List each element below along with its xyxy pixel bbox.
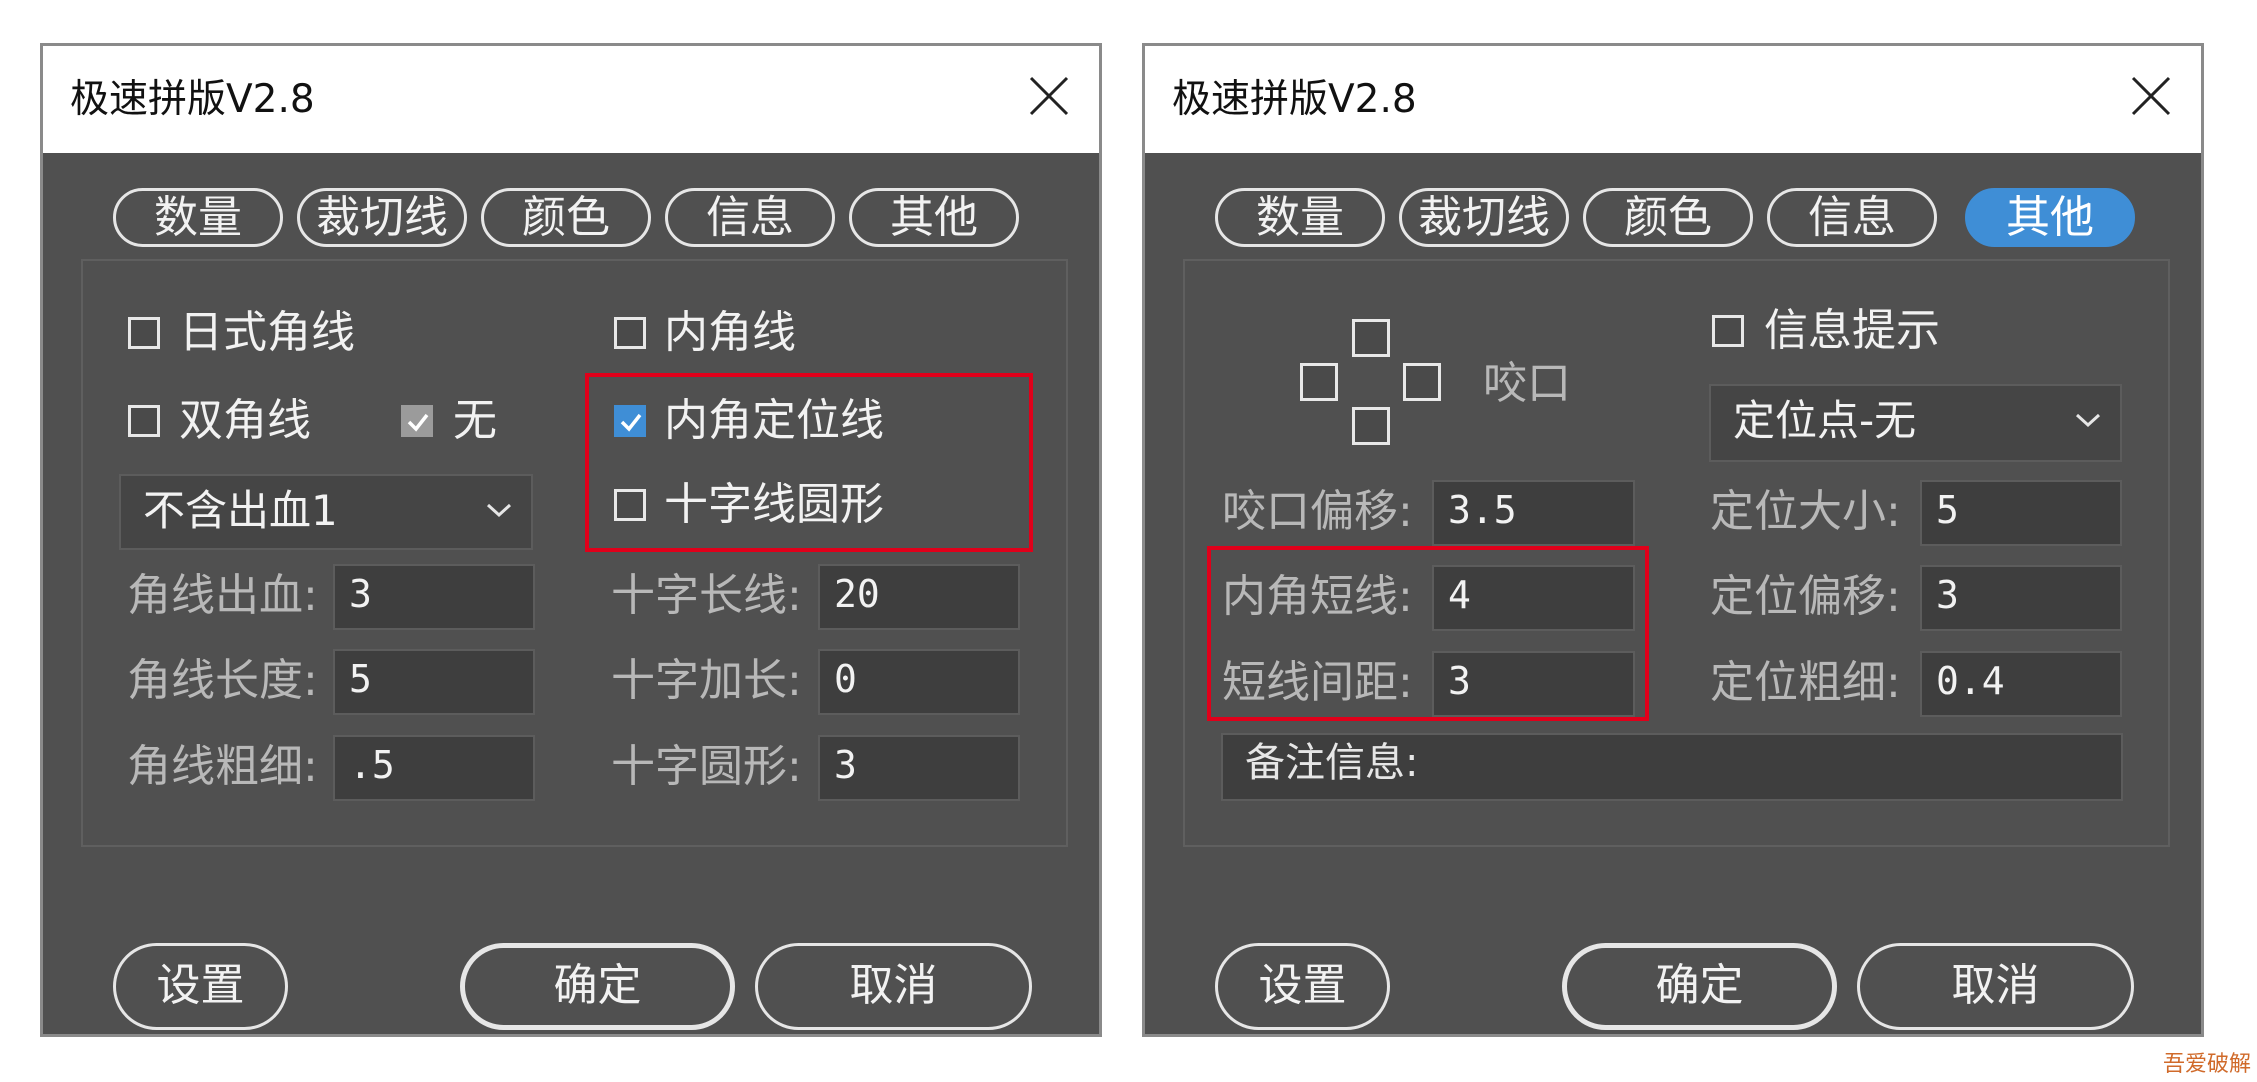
label-japanese-corner: 日式角线: [179, 307, 355, 358]
checkbox-inner-corner[interactable]: [614, 317, 646, 349]
checkbox-info-hint[interactable]: [1712, 315, 1744, 347]
title-bar: 极速拼版V2.8: [43, 46, 1099, 153]
cross-extend-field[interactable]: 0: [818, 649, 1020, 715]
label-cross-extend: 十字加长:: [611, 655, 802, 706]
cancel-button[interactable]: 取消: [1857, 943, 2134, 1030]
dialog-left: 极速拼版V2.8 数量 裁切线 颜色 信息 其他 日式角线 内角线 双角线 无 …: [40, 43, 1102, 1037]
checkbox-bite-bottom[interactable]: [1352, 407, 1390, 445]
label-loc-offset: 定位偏移:: [1710, 571, 1901, 622]
label-loc-thickness: 定位粗细:: [1710, 657, 1901, 708]
close-icon[interactable]: [2129, 74, 2173, 118]
settings-button[interactable]: 设置: [113, 943, 288, 1030]
label-info-hint: 信息提示: [1764, 305, 1940, 356]
corner-thickness-field[interactable]: .5: [333, 735, 535, 801]
bleed-select[interactable]: 不含出血1: [119, 474, 533, 550]
label-cross-circle-size: 十字圆形:: [611, 741, 802, 792]
label-none: 无: [453, 395, 497, 446]
bleed-select-value: 不含出血1: [143, 486, 338, 535]
corner-length-field[interactable]: 5: [333, 649, 535, 715]
corner-bleed-field[interactable]: 3: [333, 564, 535, 630]
loc-size-field[interactable]: 5: [1920, 480, 2122, 546]
checkbox-japanese-corner[interactable]: [128, 317, 160, 349]
ok-button[interactable]: 确定: [460, 943, 735, 1030]
highlight-box: [585, 373, 1033, 552]
chevron-down-icon: [2075, 413, 2101, 428]
label-loc-size: 定位大小:: [1710, 486, 1901, 537]
ok-button[interactable]: 确定: [1562, 943, 1837, 1030]
checkbox-bite-left[interactable]: [1300, 363, 1338, 401]
cancel-button[interactable]: 取消: [755, 943, 1032, 1030]
window-title: 极速拼版V2.8: [70, 77, 315, 122]
close-icon[interactable]: [1027, 74, 1071, 118]
tab-quantity[interactable]: 数量: [113, 188, 283, 247]
tab-quantity[interactable]: 数量: [1215, 188, 1385, 247]
checkbox-bite-right[interactable]: [1403, 363, 1441, 401]
loc-thickness-field[interactable]: 0.4: [1920, 651, 2122, 717]
label-corner-length: 角线长度:: [127, 655, 318, 706]
window-title: 极速拼版V2.8: [1172, 77, 1417, 122]
label-inner-corner: 内角线: [664, 307, 796, 358]
tab-color[interactable]: 颜色: [481, 188, 651, 247]
label-corner-bleed: 角线出血:: [127, 570, 318, 621]
highlight-box: [1207, 546, 1649, 721]
checkbox-bite-top[interactable]: [1352, 319, 1390, 357]
locator-select[interactable]: 定位点-无: [1709, 384, 2122, 462]
cross-circle-field[interactable]: 3: [818, 735, 1020, 801]
settings-button[interactable]: 设置: [1215, 943, 1390, 1030]
label-double-corner: 双角线: [179, 395, 311, 446]
cross-long-field[interactable]: 20: [818, 564, 1020, 630]
checkbox-double-corner[interactable]: [128, 405, 160, 437]
tab-cut-lines[interactable]: 裁切线: [297, 188, 467, 247]
tab-info[interactable]: 信息: [1767, 188, 1937, 247]
note-field[interactable]: 备注信息:: [1221, 733, 2123, 801]
label-bite: 咬口: [1483, 358, 1571, 409]
label-cross-long: 十字长线:: [611, 570, 802, 621]
locator-select-value: 定位点-无: [1733, 396, 1917, 445]
checkbox-none[interactable]: [401, 405, 433, 437]
label-bite-offset: 咬口偏移:: [1222, 486, 1413, 537]
tab-info[interactable]: 信息: [665, 188, 835, 247]
tab-cut-lines[interactable]: 裁切线: [1399, 188, 1569, 247]
title-bar: 极速拼版V2.8: [1145, 46, 2201, 153]
dialog-right: 极速拼版V2.8 数量 裁切线 颜色 信息 其他 咬口 信息提示 定位点-无 咬…: [1142, 43, 2204, 1037]
label-corner-thickness: 角线粗细:: [127, 741, 318, 792]
chevron-down-icon: [486, 503, 512, 518]
tab-color[interactable]: 颜色: [1583, 188, 1753, 247]
check-icon: [407, 413, 429, 432]
bite-offset-field[interactable]: 3.5: [1432, 480, 1635, 546]
loc-offset-field[interactable]: 3: [1920, 565, 2122, 631]
tab-other[interactable]: 其他: [1965, 188, 2135, 247]
watermark: 吾爱破解: [2162, 1052, 2251, 1077]
tab-other[interactable]: 其他: [849, 188, 1019, 247]
